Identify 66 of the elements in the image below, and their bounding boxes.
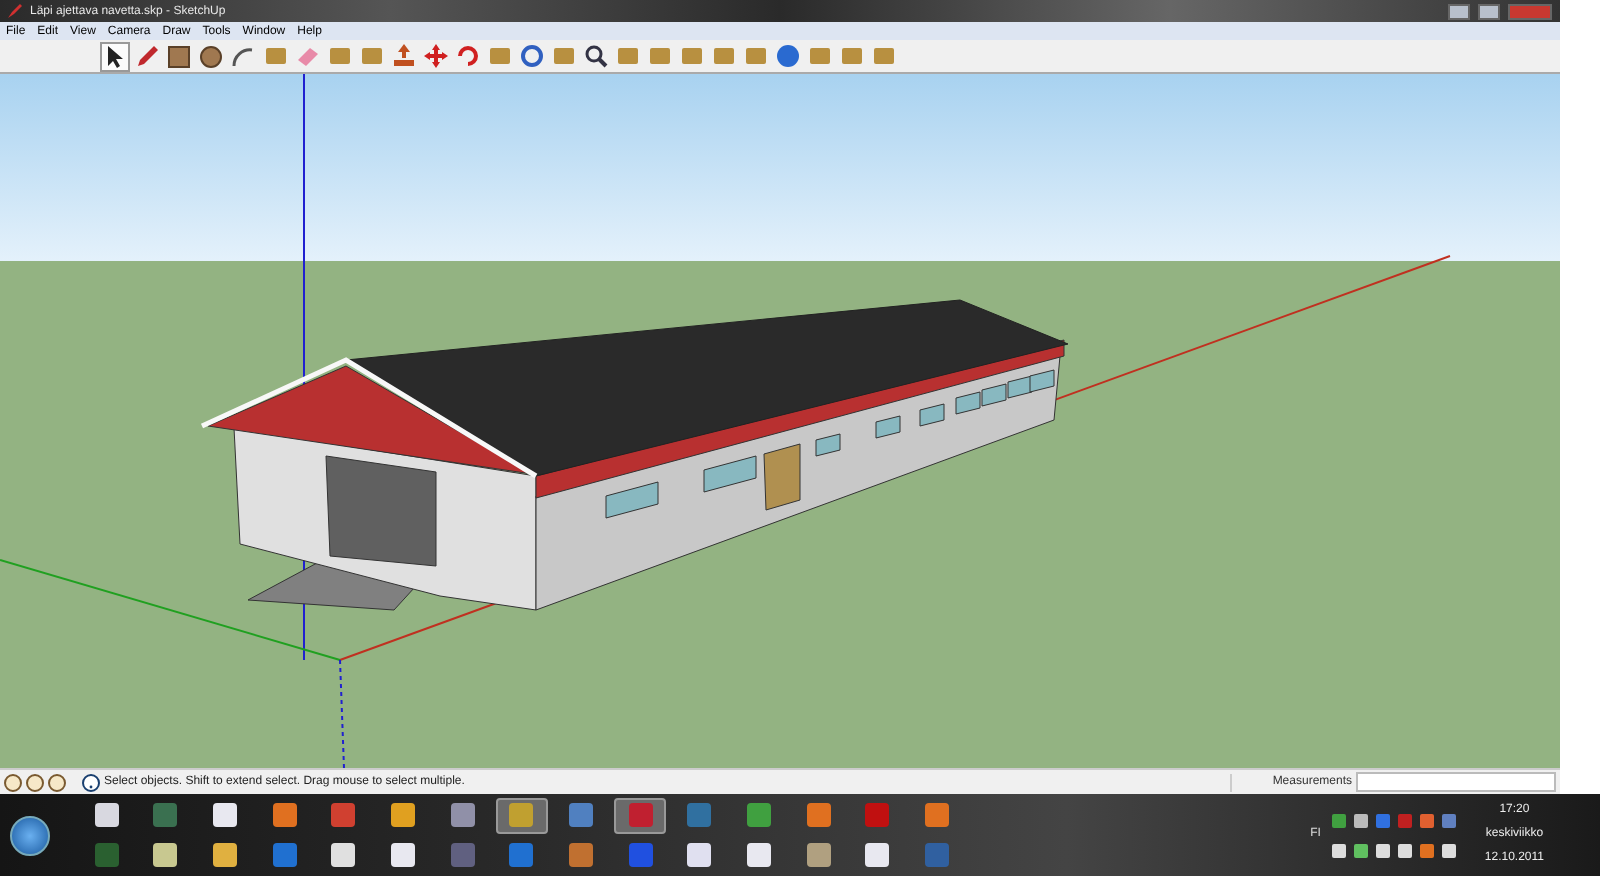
orbit-icon [519, 44, 543, 68]
tool-button[interactable] [100, 41, 130, 71]
app-icon [746, 842, 773, 868]
app-icon [568, 842, 594, 868]
app-icon [627, 842, 654, 868]
tool-icon [647, 44, 671, 68]
tool-icon [615, 44, 639, 68]
app-icon [449, 802, 476, 828]
app-icon [152, 802, 179, 828]
tool-icon [871, 44, 895, 68]
search-icon [583, 44, 607, 68]
app-icon [508, 802, 535, 828]
app-icon [805, 842, 832, 868]
app-icon [93, 802, 119, 828]
tool-icon [743, 44, 767, 68]
start-button[interactable] [10, 815, 50, 855]
app-icon [211, 842, 238, 868]
app-icon [389, 842, 416, 868]
tool-icon [487, 44, 511, 68]
app-icon [746, 802, 773, 828]
minimize-button[interactable] [1448, 3, 1470, 19]
tool-icon [807, 44, 831, 68]
app-icon [271, 802, 298, 828]
app-icon [211, 802, 238, 828]
app-icon [686, 802, 713, 828]
square-icon [168, 45, 190, 67]
globe-icon [775, 44, 799, 68]
push-pull-icon [391, 44, 415, 68]
app-logo-icon [8, 4, 22, 18]
tool-button[interactable] [580, 41, 610, 71]
tool-icon [551, 44, 575, 68]
help-icon [82, 773, 100, 791]
app-icon [924, 842, 951, 868]
pencil-icon [135, 44, 159, 68]
app-icon [449, 842, 476, 868]
tool-icon [711, 44, 735, 68]
arrow-cursor-icon [106, 45, 124, 67]
app-icon [805, 802, 832, 828]
tool-button[interactable] [164, 41, 194, 71]
rotate-icon [455, 44, 479, 68]
app-icon [568, 802, 594, 828]
tool-button[interactable] [196, 41, 226, 71]
four-arrows-icon [423, 44, 447, 68]
eraser-icon [295, 45, 319, 67]
measurements-field[interactable] [1356, 772, 1556, 792]
app-icon [924, 802, 951, 828]
taskbar-button[interactable] [495, 797, 548, 833]
app-icon [864, 842, 891, 868]
tool-icon [327, 44, 351, 68]
app-icon [508, 842, 535, 868]
app-icon [389, 802, 416, 828]
app-icon [627, 802, 654, 828]
app-icon [330, 802, 357, 828]
app-icon [864, 802, 891, 828]
tool-icon [839, 44, 863, 68]
tool-icon [263, 44, 287, 68]
circle-icon [200, 45, 222, 67]
tool-icon [359, 44, 383, 68]
maximize-button[interactable] [1478, 3, 1500, 19]
tool-icon [679, 44, 703, 68]
app-icon [686, 842, 713, 868]
arc-icon [232, 45, 254, 67]
app-icon [271, 842, 298, 868]
app-icon [330, 842, 357, 868]
app-icon [152, 842, 179, 868]
app-icon [93, 842, 119, 868]
